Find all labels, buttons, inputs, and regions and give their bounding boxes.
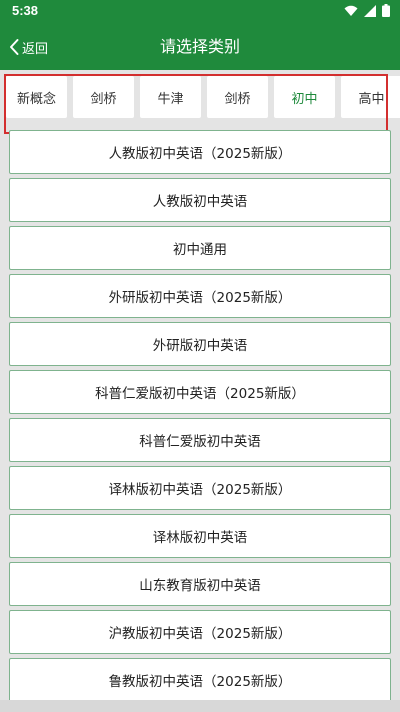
- tab-0[interactable]: 新概念: [6, 76, 67, 118]
- list-item[interactable]: 沪教版初中英语（2025新版）: [9, 610, 391, 654]
- battery-icon: [382, 4, 390, 17]
- wifi-icon: [344, 5, 358, 16]
- list-item[interactable]: 译林版初中英语（2025新版）: [9, 466, 391, 510]
- tab-1[interactable]: 剑桥: [73, 76, 134, 118]
- list-item[interactable]: 山东教育版初中英语: [9, 562, 391, 606]
- back-label: 返回: [22, 41, 49, 57]
- list-item[interactable]: 译林版初中英语: [9, 514, 391, 558]
- nav-bar: 返回 请选择类别: [0, 24, 400, 70]
- list-item[interactable]: 外研版初中英语: [9, 322, 391, 366]
- tab-2[interactable]: 牛津: [140, 76, 201, 118]
- tab-5[interactable]: 高中: [341, 76, 400, 118]
- status-bar: 5:38: [0, 0, 400, 24]
- status-time: 5:38: [12, 3, 39, 18]
- page-title: 请选择类别: [159, 37, 240, 56]
- chevron-left-icon: [10, 39, 19, 55]
- list-item[interactable]: 鲁教版初中英语（2025新版）: [9, 658, 391, 702]
- list-item[interactable]: 人教版初中英语（2025新版）: [9, 130, 391, 174]
- list-item[interactable]: 人教版初中英语: [9, 178, 391, 222]
- list-item[interactable]: 初中通用: [9, 226, 391, 270]
- bottom-edge: [0, 700, 400, 712]
- tab-3[interactable]: 剑桥: [207, 76, 268, 118]
- tab-4[interactable]: 初中: [274, 76, 335, 118]
- cell-signal-icon: [364, 4, 376, 17]
- list-item[interactable]: 科普仁爱版初中英语（2025新版）: [9, 370, 391, 414]
- textbook-list: 人教版初中英语（2025新版） 人教版初中英语 初中通用 外研版初中英语（2025新版…: [9, 130, 391, 706]
- list-item[interactable]: 外研版初中英语（2025新版）: [9, 274, 391, 318]
- category-tabs-bar: 新概念 剑桥 牛津 剑桥 初中 高中: [0, 70, 400, 126]
- category-tabs: 新概念 剑桥 牛津 剑桥 初中 高中: [6, 76, 400, 118]
- back-button[interactable]: 返回: [8, 24, 48, 70]
- list-item[interactable]: 科普仁爱版初中英语: [9, 418, 391, 462]
